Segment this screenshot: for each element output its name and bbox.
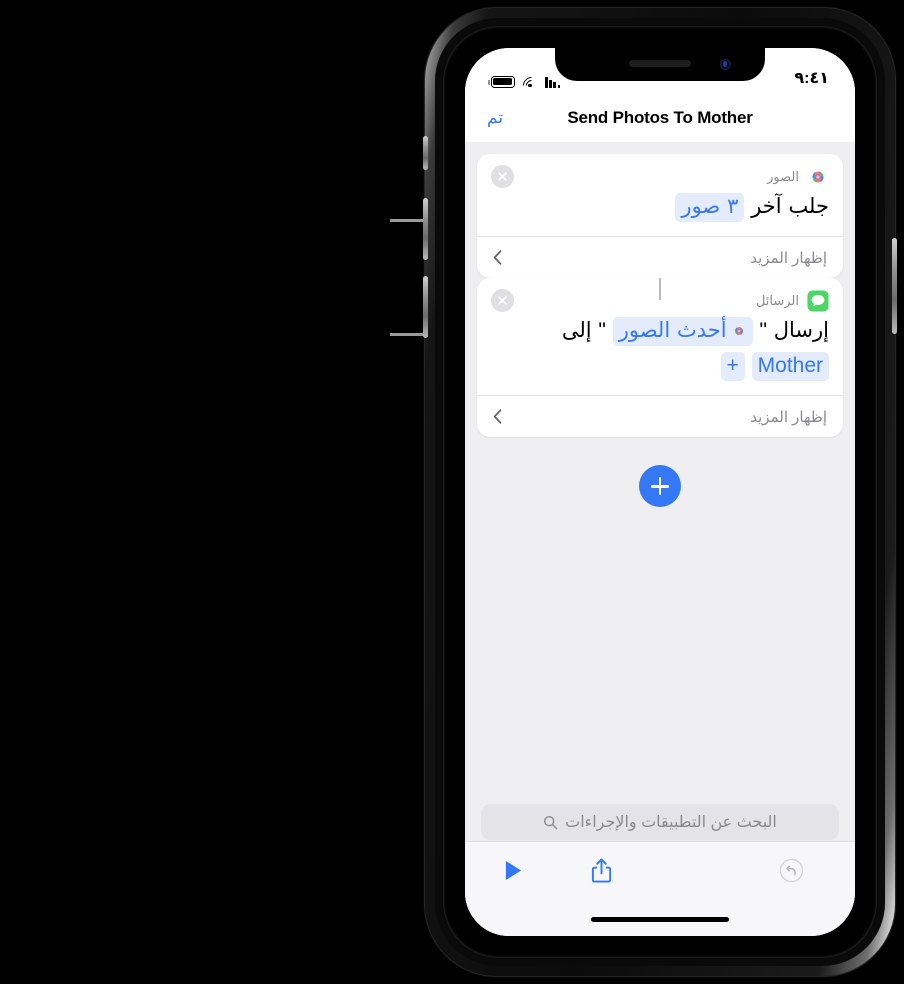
show-more-row-photos[interactable]: إظهار المزيد (477, 236, 843, 278)
cellular-signal-icon (545, 76, 561, 88)
recipient-token[interactable]: Mother (751, 351, 829, 381)
close-icon[interactable] (491, 289, 514, 313)
add-action-button[interactable] (639, 465, 681, 508)
close-icon[interactable] (491, 165, 514, 188)
parameter-token-count[interactable]: ٣ صور (675, 193, 745, 222)
action-description: إرسال " أحدث الصور " إلى (491, 316, 829, 347)
photos-icon (807, 166, 829, 188)
battery-icon (488, 76, 515, 88)
show-more-row-messages[interactable]: إظهار المزيد (477, 395, 843, 437)
done-button[interactable]: تم (487, 108, 503, 128)
search-bar-container: البحث عن التطبيقات والإجراءات (465, 804, 855, 840)
volume-up-button[interactable] (423, 198, 428, 260)
navigation-bar: تم Send Photos To Mother (465, 94, 855, 142)
action-card-messages[interactable]: الرسائل إرسال " أحدث الصور " إلى Mother … (477, 278, 843, 438)
action-card-list: الصور جلب آخر ٣ صور إظهار المزيد الرسائل… (465, 142, 855, 508)
action-card-body: جلب آخر ٣ صور (477, 190, 843, 236)
add-action-row (477, 465, 843, 508)
home-indicator[interactable] (591, 916, 729, 922)
search-placeholder: البحث عن التطبيقات والإجراءات (565, 814, 777, 831)
page-title: Send Photos To Mother (567, 108, 753, 127)
status-bar-time: ٩:٤١ (794, 70, 829, 87)
iphone-device-frame: ٩:٤١ تم Send Photos To Mother الصور جلب … (423, 8, 897, 976)
plus-icon-vertical (658, 477, 662, 496)
action-text-before: جلب آخر (751, 195, 829, 218)
parameter-token-photos[interactable]: أحدث الصور (612, 317, 753, 347)
volume-down-button[interactable] (423, 276, 428, 338)
messages-icon (807, 290, 829, 312)
photos-icon (731, 320, 747, 336)
search-input[interactable]: البحث عن التطبيقات والإجراءات (481, 804, 839, 840)
card-connector-line (659, 278, 661, 301)
recipient-row: Mother + (491, 351, 829, 381)
device-notch (555, 48, 765, 81)
search-icon (543, 815, 558, 830)
parameter-token-label: أحدث الصور (618, 319, 727, 343)
action-description: جلب آخر ٣ صور (491, 192, 829, 222)
shortcut-editor-content: الصور جلب آخر ٣ صور إظهار المزيد الرسائل… (465, 142, 855, 936)
action-card-header: الصور (477, 154, 843, 190)
share-icon[interactable] (590, 857, 613, 884)
add-recipient-button[interactable]: + (720, 351, 745, 381)
wifi-icon (518, 73, 544, 98)
bottom-toolbar (465, 841, 855, 898)
device-bezel: ٩:٤١ تم Send Photos To Mother الصور جلب … (443, 26, 877, 958)
device-screen: ٩:٤١ تم Send Photos To Mother الصور جلب … (465, 48, 855, 936)
device-inner-frame: ٩:٤١ تم Send Photos To Mother الصور جلب … (435, 18, 885, 966)
action-app-name: الرسائل (755, 293, 799, 309)
action-card-body: إرسال " أحدث الصور " إلى Mother + (477, 314, 843, 395)
power-button[interactable] (892, 238, 897, 334)
status-bar-indicators (488, 73, 561, 98)
front-camera-icon (720, 59, 731, 70)
screenshot-stage: ٩:٤١ تم Send Photos To Mother الصور جلب … (0, 0, 904, 984)
show-more-label: إظهار المزيد (750, 408, 827, 426)
undo-icon (779, 858, 804, 883)
action-app-name: الصور (767, 169, 799, 184)
action-text-after: " إلى (561, 319, 606, 343)
mute-switch[interactable] (423, 136, 428, 170)
play-icon[interactable] (503, 859, 524, 882)
show-more-label: إظهار المزيد (750, 249, 827, 267)
chevron-left-icon (493, 250, 502, 266)
action-card-photos[interactable]: الصور جلب آخر ٣ صور إظهار المزيد (477, 154, 843, 279)
chevron-left-icon (493, 409, 502, 424)
earpiece-speaker-icon (629, 60, 691, 67)
action-text-before: إرسال " (759, 319, 829, 343)
